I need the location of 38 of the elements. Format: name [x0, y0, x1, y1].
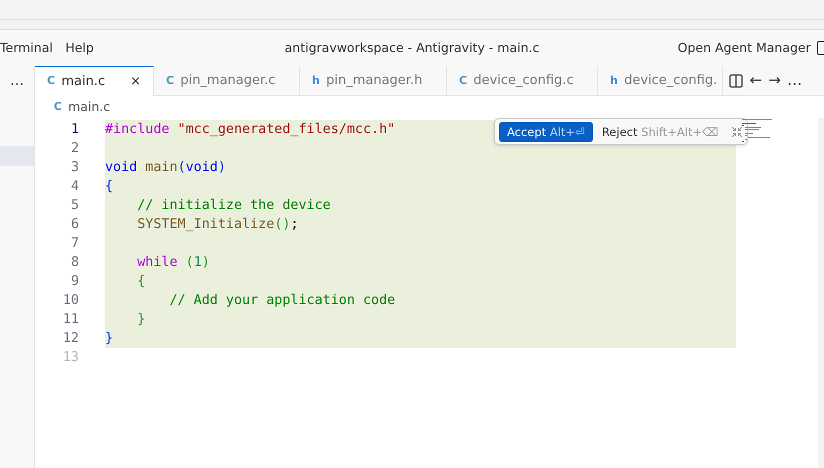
- file-type-icon: C: [54, 98, 62, 116]
- line-number: 8: [70, 254, 80, 272]
- line-number: 9: [70, 273, 80, 291]
- line-number: 12: [62, 330, 80, 348]
- file-type-icon: C: [47, 73, 56, 90]
- editor-tab[interactable]: h pin_manager.h: [300, 66, 447, 96]
- file-type-icon: C: [166, 72, 174, 90]
- file-type-icon: h: [312, 72, 320, 90]
- agent-manager-link[interactable]: Open Agent Manager: [678, 38, 811, 58]
- accept-button[interactable]: Accept Alt+⏎: [499, 122, 593, 142]
- menu-item[interactable]: Help: [65, 38, 94, 58]
- breadcrumb-item[interactable]: main.c: [68, 98, 110, 116]
- reject-button[interactable]: Reject Shift+Alt+⌫: [596, 122, 724, 142]
- forward-button[interactable]: →: [768, 69, 781, 92]
- line-number: 7: [70, 235, 80, 253]
- line-number: 10: [62, 292, 80, 310]
- window-title: antigravworkspace - Antigravity - main.c: [284, 39, 540, 57]
- collapse-icon[interactable]: [730, 126, 743, 138]
- file-type-icon: C: [459, 72, 468, 90]
- line-number: 6: [70, 216, 80, 234]
- more-button[interactable]: …: [787, 69, 802, 92]
- back-button[interactable]: ←: [750, 69, 762, 92]
- editor-tab[interactable]: h device_config.: [598, 66, 723, 96]
- file-type-icon: h: [610, 72, 618, 90]
- menu-item[interactable]: Terminal: [0, 38, 53, 58]
- line-number: 4: [70, 178, 80, 196]
- line-number: 2: [70, 140, 80, 158]
- line-number: 11: [62, 311, 80, 329]
- line-number: 1: [70, 121, 80, 139]
- close-tab-button[interactable]: ×: [130, 72, 141, 92]
- line-number: 13: [62, 349, 80, 367]
- editor-tab[interactable]: C device_config.c: [447, 66, 598, 96]
- layout-icon[interactable]: [817, 41, 824, 55]
- editor-tab[interactable]: C main.c ×: [35, 66, 154, 96]
- line-number: 3: [70, 159, 80, 177]
- line-number: 5: [70, 197, 80, 215]
- split-editor-icon[interactable]: [729, 74, 744, 88]
- editor-tab[interactable]: C pin_manager.c: [154, 66, 300, 96]
